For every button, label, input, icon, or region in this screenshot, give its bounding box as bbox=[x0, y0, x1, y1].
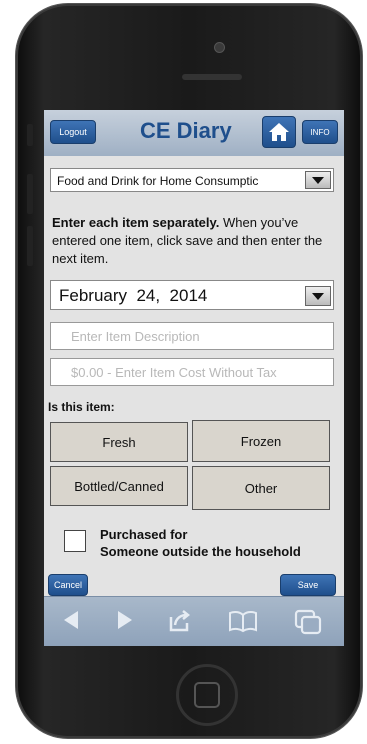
logout-button[interactable]: Logout bbox=[50, 120, 96, 144]
item-cost-input[interactable]: $0.00 - Enter Item Cost Without Tax bbox=[50, 358, 334, 386]
volume-up-button bbox=[27, 174, 33, 214]
share-icon[interactable] bbox=[168, 609, 192, 633]
main-form: Food and Drink for Home Consumptic Enter… bbox=[44, 156, 344, 596]
back-icon[interactable] bbox=[60, 609, 82, 631]
earpiece-speaker bbox=[182, 74, 242, 80]
option-fresh-button[interactable]: Fresh bbox=[50, 422, 188, 462]
mute-switch bbox=[27, 124, 33, 146]
instructions-bold: Enter each item separately. bbox=[52, 215, 220, 230]
page-title: CE Diary bbox=[140, 118, 232, 143]
front-camera bbox=[214, 42, 225, 53]
option-frozen-button[interactable]: Frozen bbox=[192, 420, 330, 462]
category-select-value: Food and Drink for Home Consumptic bbox=[57, 174, 259, 188]
app-screen: Logout CE Diary INFO Food and Drink for … bbox=[44, 110, 344, 646]
purchased-for-checkbox[interactable] bbox=[64, 530, 86, 552]
hardware-home-button bbox=[176, 664, 238, 726]
item-description-input[interactable]: Enter Item Description bbox=[50, 322, 334, 350]
save-button[interactable]: Save bbox=[280, 574, 336, 596]
home-button[interactable] bbox=[262, 116, 296, 148]
forward-icon[interactable] bbox=[114, 609, 136, 631]
option-other-button[interactable]: Other bbox=[192, 466, 330, 510]
item-type-question: Is this item: bbox=[48, 400, 115, 414]
purchased-for-line1: Purchased for bbox=[100, 527, 188, 542]
tabs-icon[interactable] bbox=[294, 609, 322, 635]
instructions-text: Enter each item separately. When you’ve … bbox=[52, 214, 336, 268]
option-bottled-canned-button[interactable]: Bottled/Canned bbox=[50, 466, 188, 506]
browser-toolbar bbox=[44, 596, 344, 646]
date-select[interactable]: February 24, 2014 bbox=[50, 280, 334, 310]
bookmarks-icon[interactable] bbox=[228, 609, 258, 633]
volume-down-button bbox=[27, 226, 33, 266]
title-bar: Logout CE Diary INFO bbox=[44, 110, 344, 156]
purchased-for-label: Purchased for Someone outside the househ… bbox=[100, 526, 301, 560]
cancel-button[interactable]: Cancel bbox=[48, 574, 88, 596]
chevron-down-icon[interactable] bbox=[305, 286, 331, 306]
category-select[interactable]: Food and Drink for Home Consumptic bbox=[50, 168, 334, 192]
date-select-value: February 24, 2014 bbox=[59, 286, 208, 305]
info-button[interactable]: INFO bbox=[302, 120, 338, 144]
chevron-down-icon[interactable] bbox=[305, 171, 331, 189]
purchased-for-line2: Someone outside the household bbox=[100, 544, 301, 559]
home-icon bbox=[269, 123, 289, 141]
